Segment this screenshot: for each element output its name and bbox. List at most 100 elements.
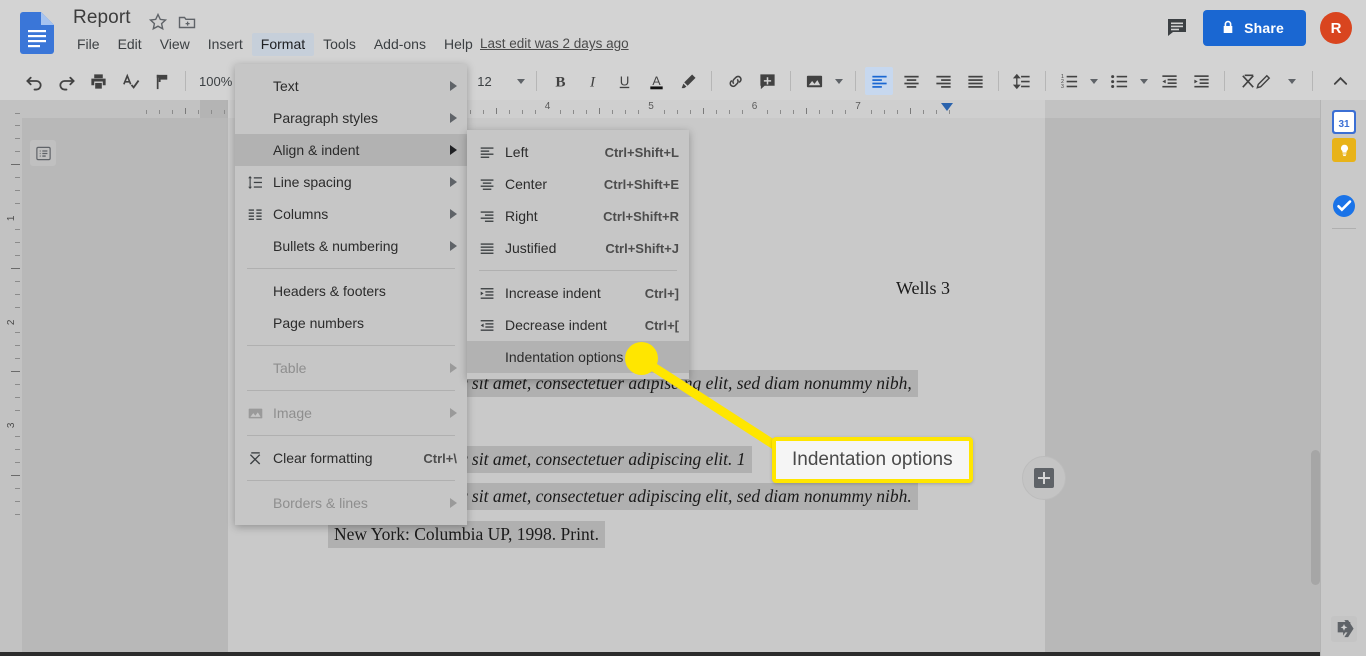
document-outline-icon[interactable] (30, 140, 56, 166)
menu-item-paragraph-styles[interactable]: Paragraph styles (235, 102, 467, 134)
menu-edit[interactable]: Edit (109, 33, 151, 56)
bold-icon[interactable]: B (546, 67, 574, 95)
add-comment-icon[interactable] (753, 67, 781, 95)
numbered-list-icon[interactable]: 1 2 3 (1055, 67, 1083, 95)
svg-text:I: I (589, 73, 596, 90)
align-left-icon[interactable] (865, 67, 894, 95)
user-avatar[interactable]: R (1320, 12, 1352, 44)
insert-link-icon[interactable] (721, 67, 749, 95)
menu-item-clear-formatting[interactable]: Clear formatting Ctrl+\ (235, 442, 467, 474)
insert-image-icon[interactable] (800, 67, 828, 95)
toolbar-right-group (1247, 67, 1356, 95)
right-indent-marker[interactable] (941, 103, 953, 111)
ruler-tick (845, 110, 847, 114)
align-center-icon (479, 175, 505, 193)
decrease-indent-icon[interactable] (1155, 67, 1183, 95)
horizontal-ruler[interactable]: 1234567 (0, 100, 1320, 118)
menu-item-line-spacing[interactable]: Line spacing (235, 166, 467, 198)
hide-menus-icon[interactable] (1326, 67, 1354, 95)
chevron-down-icon (1090, 78, 1099, 84)
editing-mode-icon[interactable] (1249, 67, 1277, 95)
align-right-icon[interactable] (929, 67, 957, 95)
menu-item-page-numbers[interactable]: Page numbers (235, 307, 467, 339)
toolbar-separator (536, 71, 538, 91)
font-size-control[interactable]: 12 (473, 74, 529, 89)
ruler-tick (935, 110, 937, 114)
numbered-list-dropdown[interactable] (1087, 67, 1101, 95)
toolbar-separator (855, 71, 857, 91)
spellcheck-icon[interactable] (116, 67, 144, 95)
menu-add-ons[interactable]: Add-ons (365, 33, 435, 56)
menu-help[interactable]: Help (435, 33, 482, 56)
underline-icon[interactable]: U (610, 67, 638, 95)
menu-item-text[interactable]: Text (235, 70, 467, 102)
highlight-color-icon[interactable] (674, 67, 702, 95)
menu-tools[interactable]: Tools (314, 33, 365, 56)
text-color-icon[interactable]: A (642, 67, 670, 95)
menu-item-columns[interactable]: Columns (235, 198, 467, 230)
insert-image-dropdown[interactable] (832, 67, 846, 95)
ruler-tick (806, 108, 808, 114)
document-title[interactable]: Report (73, 7, 131, 29)
move-to-folder-icon[interactable] (177, 12, 197, 32)
ruler-tick (15, 448, 20, 450)
menu-view[interactable]: View (151, 33, 199, 56)
menu-item-bullets-and-numbering[interactable]: Bullets & numbering (235, 230, 467, 262)
menu-item-table: Table (235, 352, 467, 384)
comment-history-icon[interactable] (1165, 16, 1189, 40)
no-icon (247, 282, 273, 300)
redo-icon[interactable] (52, 67, 80, 95)
format-menu[interactable]: Text Paragraph styles Align & indent Lin… (235, 64, 467, 525)
menu-file[interactable]: File (68, 33, 109, 56)
ruler-tick (15, 384, 20, 386)
formatting-toolbar: 100% 12 B I U A 1 2 3 (0, 62, 1366, 100)
increase-indent-icon[interactable] (1187, 67, 1215, 95)
submenu-item-left[interactable]: Left Ctrl+Shift+L (467, 136, 689, 168)
share-button[interactable]: Share (1203, 10, 1306, 46)
paint-format-icon[interactable] (148, 67, 176, 95)
ruler-number: 5 (648, 101, 654, 112)
add-comment-float-button[interactable] (1022, 456, 1066, 500)
line-spacing-icon[interactable] (1008, 67, 1036, 95)
menu-item-align-and-indent[interactable]: Align & indent (235, 134, 467, 166)
submenu-item-shortcut: Ctrl+[ (644, 317, 679, 333)
submenu-item-right[interactable]: Right Ctrl+Shift+R (467, 200, 689, 232)
ruler-tick (15, 254, 20, 256)
vertical-scrollbar[interactable] (1311, 450, 1320, 585)
ruler-tick (198, 110, 200, 114)
bulleted-list-dropdown[interactable] (1137, 67, 1151, 95)
submenu-item-justified[interactable]: Justified Ctrl+Shift+J (467, 232, 689, 264)
image-icon (247, 404, 273, 422)
align-center-icon[interactable] (897, 67, 925, 95)
star-icon[interactable] (148, 12, 168, 32)
italic-icon[interactable]: I (578, 67, 606, 95)
ruler-tick (793, 110, 795, 114)
submenu-item-label: Increase indent (505, 285, 601, 301)
align-justify-icon[interactable] (961, 67, 989, 95)
ruler-tick (534, 110, 536, 114)
submenu-item-increase-indent[interactable]: Increase indent Ctrl+] (467, 277, 689, 309)
submenu-item-decrease-indent[interactable]: Decrease indent Ctrl+[ (467, 309, 689, 341)
menu-item-headers-and-footers[interactable]: Headers & footers (235, 275, 467, 307)
menu-insert[interactable]: Insert (199, 33, 252, 56)
menu-format[interactable]: Format (251, 33, 315, 56)
menu-item-label: Borders & lines (273, 495, 368, 511)
google-tasks-icon[interactable] (1332, 194, 1356, 218)
menu-item-label: Headers & footers (273, 283, 386, 299)
ruler-number: 7 (855, 101, 861, 112)
submenu-item-center[interactable]: Center Ctrl+Shift+E (467, 168, 689, 200)
google-calendar-icon[interactable]: 31 (1332, 110, 1356, 134)
vertical-ruler[interactable]: 1 2 3 (0, 112, 22, 656)
align-and-indent-submenu[interactable]: Left Ctrl+Shift+L Center Ctrl+Shift+E Ri… (467, 130, 689, 379)
chevron-right-icon[interactable]: ❯ (1342, 618, 1356, 638)
editing-mode-dropdown[interactable] (1285, 67, 1299, 95)
bulleted-list-icon[interactable] (1105, 67, 1133, 95)
side-panel-app-bar: 31 ❯ (1320, 100, 1366, 656)
menu-separator (247, 435, 455, 436)
ruler-tick (625, 110, 627, 114)
last-edit-status[interactable]: Last edit was 2 days ago (480, 36, 629, 51)
print-icon[interactable] (84, 67, 112, 95)
undo-icon[interactable] (20, 67, 48, 95)
ruler-tick (780, 110, 782, 114)
google-keep-icon[interactable] (1332, 138, 1356, 162)
